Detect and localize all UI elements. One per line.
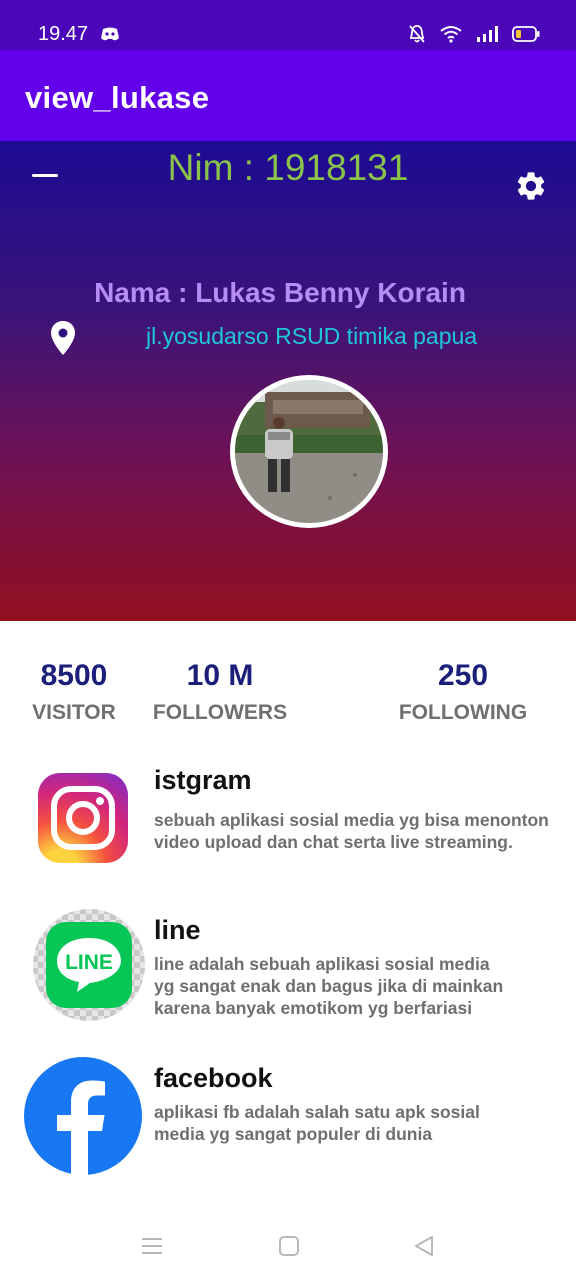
navigation-bar	[0, 1212, 576, 1280]
app-title-instagram: istgram	[154, 765, 252, 795]
stat-value: 250	[437, 659, 489, 692]
stat-value: 8500	[40, 659, 108, 692]
stat-followers: 10 M FOLLOWERS	[150, 659, 290, 725]
back-icon[interactable]	[412, 1234, 436, 1258]
discord-icon	[100, 26, 120, 47]
app-title-line: line	[154, 915, 201, 945]
app-desc-line: line adalah sebuah aplikasi sosial media…	[154, 954, 504, 1018]
signal-icon	[476, 26, 498, 47]
app-desc-instagram: sebuah aplikasi sosial media yg bisa men…	[154, 810, 549, 852]
silent-bell-icon	[408, 24, 426, 49]
stat-following: 250 FOLLOWING	[393, 659, 533, 725]
location-pin-icon	[50, 320, 76, 356]
status-bar: 19.47	[0, 0, 576, 50]
avatar	[230, 375, 388, 528]
nim-text: Nim : 1918131	[167, 147, 409, 188]
stat-label: FOLLOWING	[398, 701, 528, 724]
status-icons	[408, 24, 540, 49]
app-bar: view_lukase	[0, 50, 576, 141]
stat-label: FOLLOWERS	[152, 701, 288, 724]
recents-menu-icon[interactable]	[140, 1234, 164, 1258]
svg-text:LINE: LINE	[65, 951, 113, 974]
facebook-icon[interactable]	[24, 1057, 142, 1175]
stat-label: VISITOR	[32, 701, 116, 724]
home-icon[interactable]	[277, 1234, 301, 1258]
stat-visitor: 8500 VISITOR	[22, 659, 126, 725]
battery-icon	[512, 26, 540, 47]
gear-icon[interactable]	[514, 169, 548, 203]
address-text: jl.yosudarso RSUD timika papua	[146, 323, 478, 349]
line-icon[interactable]: LINE	[32, 908, 146, 1022]
app-desc-facebook: aplikasi fb adalah salah satu apk sosial…	[154, 1102, 480, 1144]
nama-text: Nama : Lukas Benny Korain	[94, 277, 466, 308]
status-time: 19.47	[38, 23, 89, 45]
app-title-facebook: facebook	[154, 1063, 273, 1093]
stat-value: 10 M	[186, 659, 254, 692]
app-title: view_lukase	[25, 80, 210, 115]
wifi-icon	[440, 25, 462, 48]
instagram-icon[interactable]	[38, 773, 128, 863]
